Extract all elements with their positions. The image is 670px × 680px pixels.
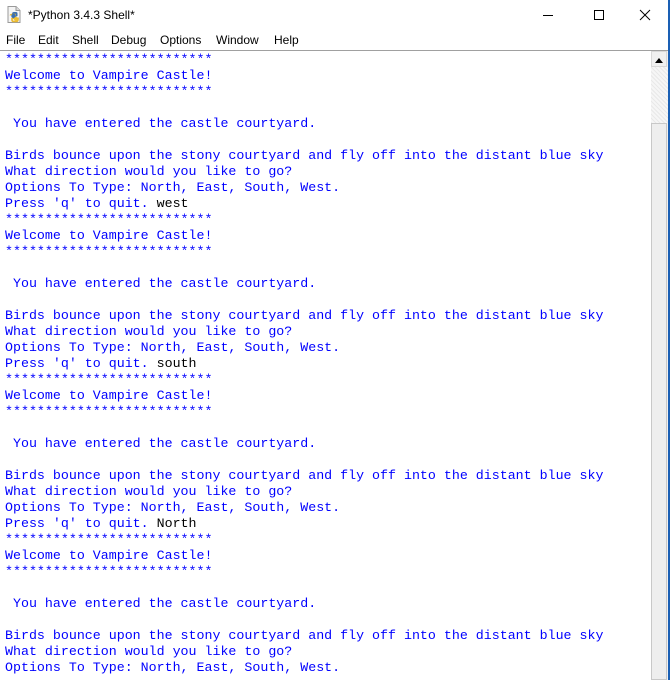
- shell-output-text: Options To Type: North, East, South, Wes…: [5, 500, 341, 515]
- shell-output-text: Press 'q' to quit.: [5, 356, 157, 371]
- shell-line: You have entered the castle courtyard.: [5, 436, 603, 452]
- shell-output-text: What direction would you like to go?: [5, 644, 293, 659]
- shell-output-text: Birds bounce upon the stony courtyard an…: [5, 308, 604, 323]
- shell-line: What direction would you like to go?: [5, 644, 603, 660]
- vertical-scrollbar[interactable]: [651, 51, 668, 680]
- shell-line: **************************: [5, 84, 603, 100]
- shell-line: **************************: [5, 404, 603, 420]
- shell-line: Press 'q' to quit. west: [5, 196, 603, 212]
- shell-line: Welcome to Vampire Castle!: [5, 228, 603, 244]
- shell-line: Options To Type: North, East, South, Wes…: [5, 660, 603, 676]
- shell-line: Options To Type: North, East, South, Wes…: [5, 500, 603, 516]
- menu-file[interactable]: File: [6, 32, 25, 48]
- shell-output-text: **************************: [5, 404, 213, 419]
- shell-output-text: **************************: [5, 52, 213, 67]
- idle-python-file-icon: [7, 6, 21, 23]
- scroll-thumb[interactable]: [651, 123, 667, 680]
- shell-output-text: What direction would you like to go?: [5, 164, 293, 179]
- menu-window[interactable]: Window: [216, 32, 259, 48]
- shell-line: **************************: [5, 372, 603, 388]
- shell-output-text: **************************: [5, 244, 213, 259]
- shell-output: ************************** Welcome to Vam…: [5, 52, 603, 676]
- minimize-icon: [542, 9, 554, 21]
- shell-line: Welcome to Vampire Castle!: [5, 548, 603, 564]
- shell-text-area[interactable]: ************************** Welcome to Vam…: [0, 51, 651, 680]
- shell-line: Options To Type: North, East, South, Wes…: [5, 340, 603, 356]
- shell-line: Welcome to Vampire Castle!: [5, 68, 603, 84]
- window-title: *Python 3.4.3 Shell*: [28, 8, 135, 22]
- scroll-up-button[interactable]: [651, 51, 667, 67]
- shell-line: You have entered the castle courtyard.: [5, 596, 603, 612]
- shell-output-text: You have entered the castle courtyard.: [5, 116, 317, 131]
- shell-output-text: Welcome to Vampire Castle!: [5, 548, 213, 563]
- shell-output-text: You have entered the castle courtyard.: [5, 596, 317, 611]
- shell-line: **************************: [5, 244, 603, 260]
- scroll-track[interactable]: [651, 67, 668, 123]
- shell-output-text: Press 'q' to quit.: [5, 516, 157, 531]
- shell-output-text: What direction would you like to go?: [5, 484, 293, 499]
- shell-output-text: Options To Type: North, East, South, Wes…: [5, 340, 341, 355]
- shell-output-text: What direction would you like to go?: [5, 324, 293, 339]
- shell-output-text: Birds bounce upon the stony courtyard an…: [5, 628, 604, 643]
- shell-output-text: Welcome to Vampire Castle!: [5, 68, 213, 83]
- shell-output-text: Options To Type: North, East, South, Wes…: [5, 180, 341, 195]
- shell-line: Options To Type: North, East, South, Wes…: [5, 180, 603, 196]
- shell-output-text: Options To Type: North, East, South, Wes…: [5, 660, 341, 675]
- shell-line: Press 'q' to quit. south: [5, 356, 603, 372]
- shell-line: **************************: [5, 212, 603, 228]
- shell-output-text: **************************: [5, 532, 213, 547]
- shell-line: You have entered the castle courtyard.: [5, 116, 603, 132]
- shell-line: **************************: [5, 564, 603, 580]
- menu-edit[interactable]: Edit: [38, 32, 59, 48]
- user-input-text: North: [156, 516, 197, 531]
- user-input-text: west: [156, 196, 189, 211]
- minimize-button[interactable]: [525, 0, 571, 30]
- menu-debug[interactable]: Debug: [111, 32, 146, 48]
- menu-options[interactable]: Options: [160, 32, 201, 48]
- shell-output-text: Press 'q' to quit.: [5, 196, 157, 211]
- shell-output-text: **************************: [5, 212, 213, 227]
- title-bar[interactable]: *Python 3.4.3 Shell*: [0, 0, 670, 30]
- shell-output-text: Welcome to Vampire Castle!: [5, 388, 213, 403]
- shell-output-text: Birds bounce upon the stony courtyard an…: [5, 148, 604, 163]
- shell-output-text: You have entered the castle courtyard.: [5, 276, 317, 291]
- shell-output-text: Welcome to Vampire Castle!: [5, 228, 213, 243]
- shell-line: Birds bounce upon the stony courtyard an…: [5, 468, 603, 484]
- maximize-icon: [593, 9, 605, 21]
- user-input-text: south: [156, 356, 197, 371]
- shell-output-text: Birds bounce upon the stony courtyard an…: [5, 468, 604, 483]
- shell-line: What direction would you like to go?: [5, 484, 603, 500]
- shell-line: Birds bounce upon the stony courtyard an…: [5, 628, 603, 644]
- shell-output-text: **************************: [5, 84, 213, 99]
- arrow-up-icon: [655, 50, 663, 68]
- menu-shell[interactable]: Shell: [72, 32, 99, 48]
- shell-line: **************************: [5, 52, 603, 68]
- shell-output-text: **************************: [5, 564, 213, 579]
- shell-line: Press 'q' to quit. North: [5, 516, 603, 532]
- menu-bar: File Edit Shell Debug Options Window Hel…: [0, 30, 670, 51]
- shell-line: What direction would you like to go?: [5, 324, 603, 340]
- close-button[interactable]: [622, 0, 668, 30]
- shell-line: You have entered the castle courtyard.: [5, 276, 603, 292]
- close-icon: [639, 9, 651, 21]
- shell-line: **************************: [5, 532, 603, 548]
- shell-line: Birds bounce upon the stony courtyard an…: [5, 148, 603, 164]
- shell-line: Birds bounce upon the stony courtyard an…: [5, 308, 603, 324]
- shell-output-text: **************************: [5, 372, 213, 387]
- shell-output-text: You have entered the castle courtyard.: [5, 436, 317, 451]
- maximize-button[interactable]: [576, 0, 622, 30]
- shell-line: Welcome to Vampire Castle!: [5, 388, 603, 404]
- menu-help[interactable]: Help: [274, 32, 299, 48]
- shell-line: What direction would you like to go?: [5, 164, 603, 180]
